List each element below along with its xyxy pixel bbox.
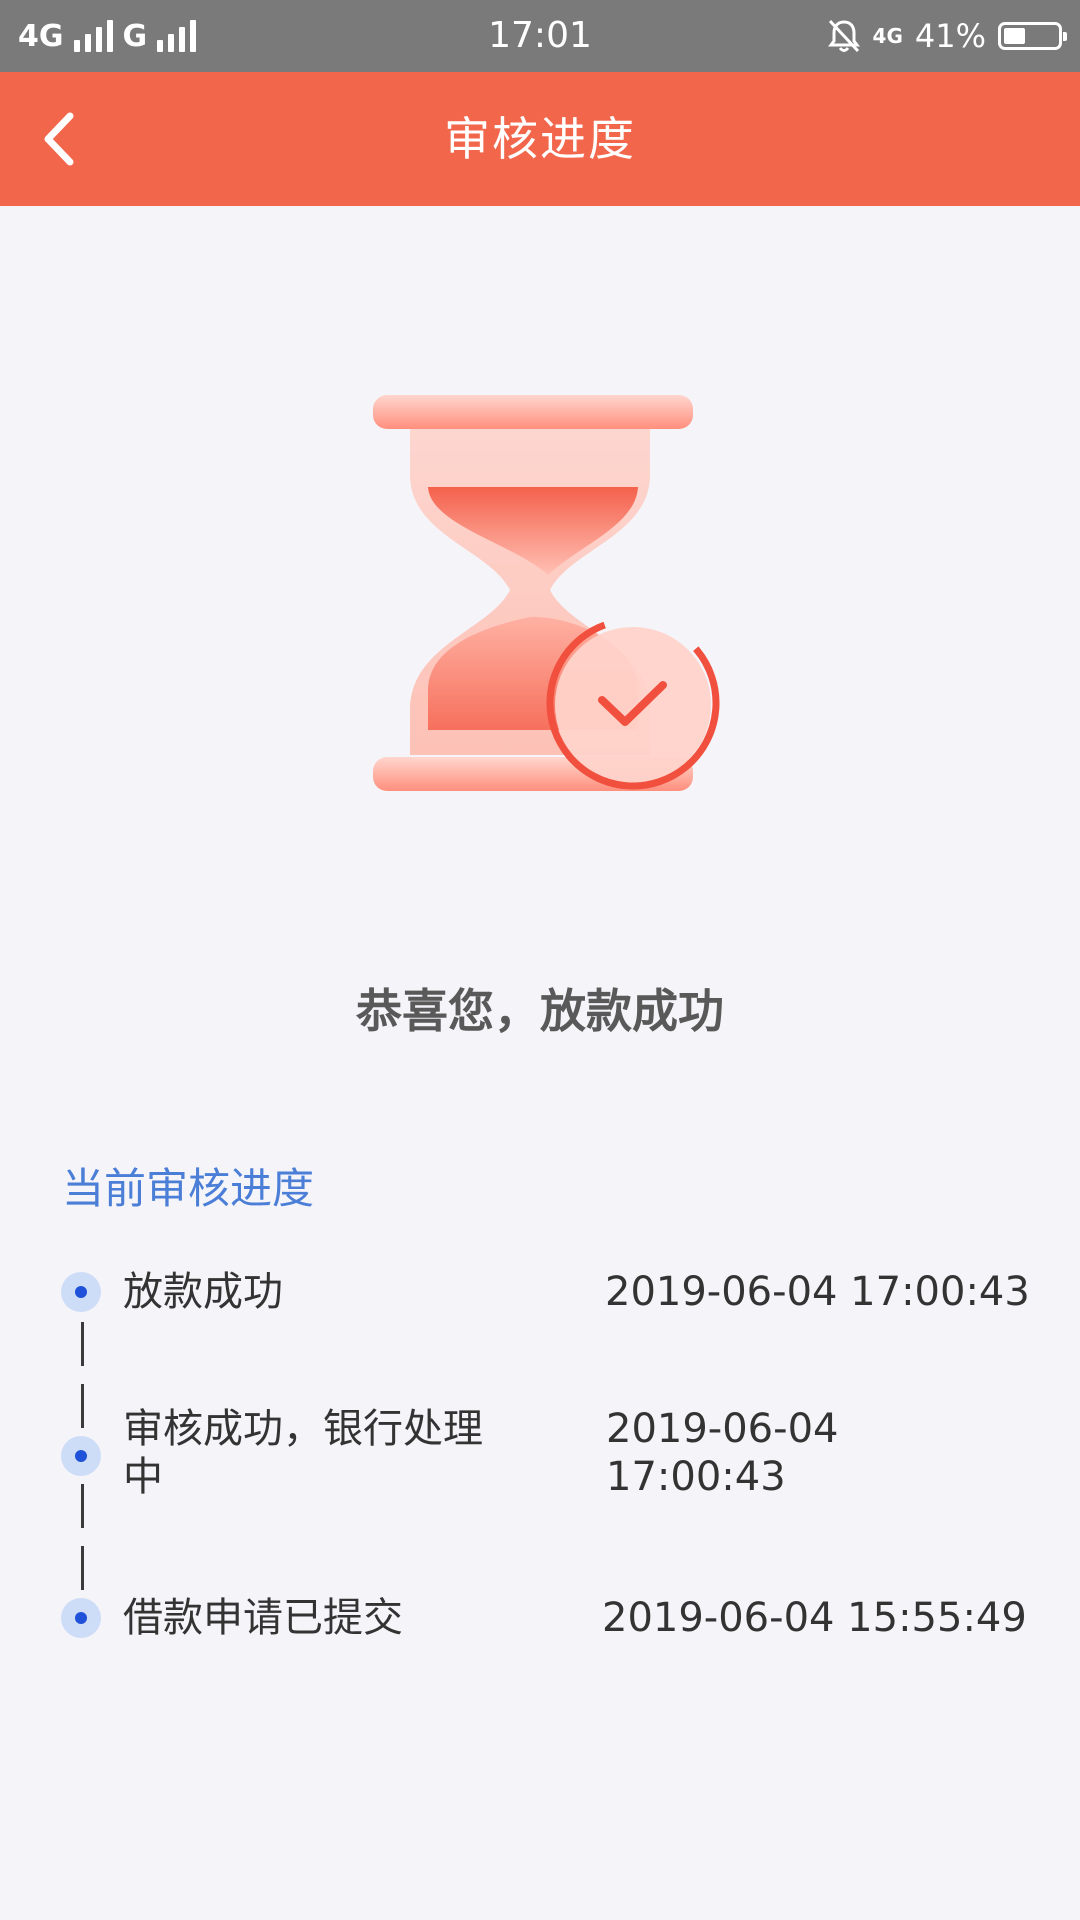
step-time-line: 17:00:43 <box>606 1454 786 1500</box>
step-time: 2019-06-04 17:00:43 <box>606 1405 838 1501</box>
timeline-connector <box>81 1322 84 1366</box>
step-time: 2019-06-04 15:55:49 <box>602 1595 1027 1641</box>
step-label: 借款申请已提交 <box>123 1595 403 1641</box>
timeline-dot <box>61 1436 101 1476</box>
step-time-line: 2019-06-04 <box>606 1406 839 1452</box>
step-label-line: 审核成功，银行处理 <box>123 1406 483 1452</box>
progress-timeline: 放款成功 2019-06-04 17:00:43 审核成功，银行处理 中 201… <box>0 0 1080 1920</box>
timeline-connector <box>81 1384 84 1428</box>
timeline-connector <box>81 1484 84 1528</box>
timeline-connector <box>81 1546 84 1590</box>
step-label: 放款成功 <box>123 1269 283 1315</box>
step-time: 2019-06-04 17:00:43 <box>605 1269 1030 1315</box>
step-label-line: 中 <box>123 1454 163 1500</box>
step-label: 审核成功，银行处理 中 <box>123 1405 523 1501</box>
timeline-dot <box>61 1598 101 1638</box>
timeline-dot <box>61 1272 101 1312</box>
